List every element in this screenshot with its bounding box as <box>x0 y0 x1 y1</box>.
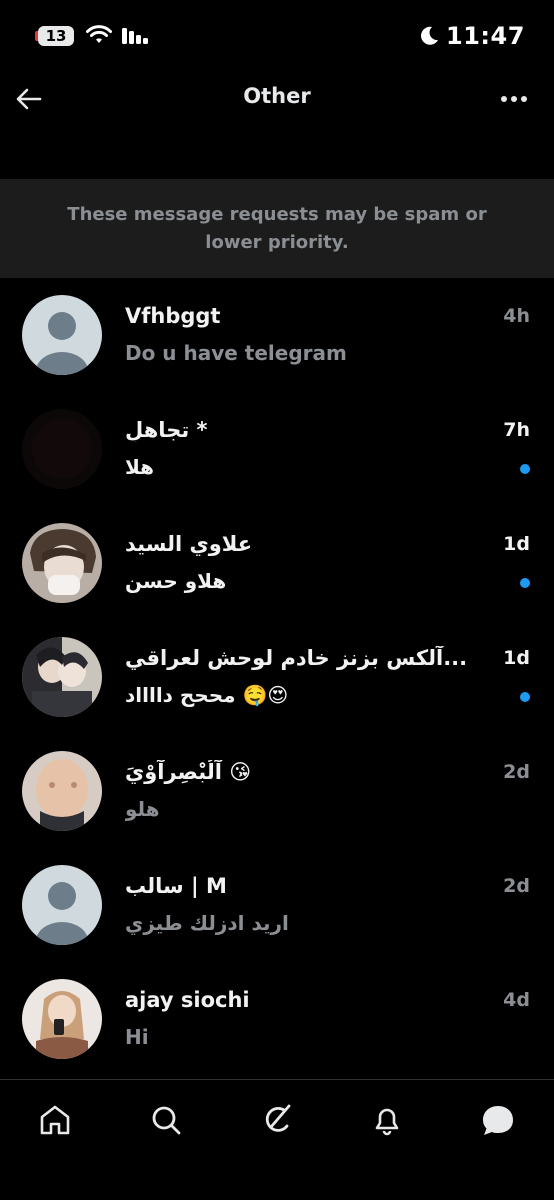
conversation-row[interactable]: تجاهلٍ * هلا 7h <box>0 392 554 506</box>
message-preview: هلاو حسن <box>125 569 227 593</box>
do-not-disturb-moon-icon <box>421 26 438 45</box>
conversation-row[interactable]: ajay siochi Hi 4d <box>0 962 554 1076</box>
sender-name: تجاهلٍ * <box>125 418 208 442</box>
unread-indicator <box>520 464 530 474</box>
default-avatar[interactable] <box>22 295 102 375</box>
message-preview: Do u have telegram <box>125 341 347 365</box>
conversation-row[interactable]: Vfhbggt Do u have telegram 4h <box>0 278 554 392</box>
unread-indicator <box>520 692 530 702</box>
top-app-bar: Other <box>0 70 554 130</box>
sender-name: آلُبْصِرآوْيَ 😘 <box>125 760 252 784</box>
sender-name: ajay siochi <box>125 988 250 1012</box>
conversation-row[interactable]: آلُبْصِرآوْيَ 😘 هلو 2d <box>0 734 554 848</box>
timestamp: 2d <box>503 875 530 897</box>
page-title: Other <box>243 84 311 108</box>
message-request-list: Vfhbggt Do u have telegram 4h تجاهلٍ * ه… <box>0 278 554 1076</box>
wifi-icon <box>86 25 112 43</box>
timestamp: 1d <box>503 533 530 555</box>
signal-icon <box>122 28 148 44</box>
clock: 11:47 <box>446 22 525 50</box>
spam-notice-banner: These message requests may be spam or lo… <box>0 179 554 278</box>
conversation-row[interactable]: سالب | M اريد ادزلك طيزي 2d <box>0 848 554 962</box>
default-avatar[interactable] <box>22 865 102 945</box>
search-icon[interactable] <box>146 1100 186 1140</box>
more-options-icon[interactable] <box>496 84 532 114</box>
timestamp: 4h <box>503 305 530 327</box>
timestamp: 2d <box>503 761 530 783</box>
message-preview: مححح دااااد 🤤😍 <box>125 683 289 707</box>
conversation-row[interactable]: علاوي السيد هلاو حسن 1d <box>0 506 554 620</box>
user-avatar[interactable] <box>22 979 102 1059</box>
timestamp: 1d <box>503 647 530 669</box>
user-avatar[interactable] <box>22 409 102 489</box>
message-preview: هلا <box>125 455 155 479</box>
sender-name: Vfhbggt <box>125 304 221 328</box>
user-avatar[interactable] <box>22 751 102 831</box>
message-preview: اريد ادزلك طيزي <box>125 911 289 935</box>
timestamp: 7h <box>503 419 530 441</box>
notifications-icon[interactable] <box>367 1100 407 1140</box>
battery-indicator: 13 <box>35 26 74 46</box>
sender-name: علاوي السيد <box>125 532 253 556</box>
sender-name: سالب | M <box>125 874 227 898</box>
bottom-navigation-bar <box>0 1079 554 1200</box>
unread-indicator <box>520 578 530 588</box>
home-icon[interactable] <box>35 1100 75 1140</box>
status-bar: 13 11:47 <box>0 0 554 70</box>
timestamp: 4d <box>503 989 530 1011</box>
message-preview: هلو <box>125 797 160 821</box>
sender-name: آلكس بزنز خادم لوحش لعراقي... <box>125 646 468 670</box>
grok-icon[interactable] <box>257 1100 297 1140</box>
spam-notice-text: These message requests may be spam or lo… <box>67 203 487 253</box>
conversation-row[interactable]: آلكس بزنز خادم لوحش لعراقي... مححح داااا… <box>0 620 554 734</box>
message-preview: Hi <box>125 1025 149 1049</box>
user-avatar[interactable] <box>22 523 102 603</box>
user-avatar[interactable] <box>22 637 102 717</box>
messages-icon[interactable] <box>478 1100 518 1140</box>
